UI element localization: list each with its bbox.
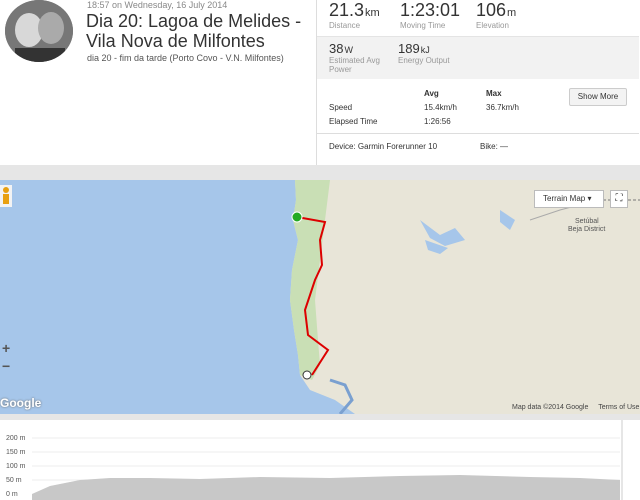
start-marker[interactable] (291, 211, 303, 223)
map-type-label: Terrain Map (543, 194, 586, 203)
map-attribution: Map data ©2014 Google Terms of Use (512, 404, 640, 411)
elevation-value: 106 (476, 0, 507, 20)
stat-energy: 189kJ Energy Output (398, 41, 450, 65)
row-speed-avg: 15.4km/h (424, 103, 457, 112)
map-canvas: Setúbal Beja District (0, 180, 640, 414)
activity-description: dia 20 - fim da tarde (Porto Covo - V.N.… (87, 53, 284, 63)
zoom-in-button[interactable]: + (2, 340, 10, 356)
elevation-plot (32, 420, 623, 500)
energy-unit: kJ (420, 45, 430, 55)
activity-title: Dia 20: Lagoa de Melides - Vila Nova de … (86, 11, 302, 51)
avatar[interactable] (5, 0, 73, 62)
power-unit: W (344, 45, 353, 55)
activity-timestamp: 18:57 on Wednesday, 16 July 2014 (87, 0, 228, 10)
stat-power: 38W Estimated Avg Power (329, 41, 389, 74)
row-elapsed-label: Elapsed Time (329, 117, 378, 126)
zoom-out-button[interactable]: − (2, 358, 10, 374)
moving-time-value: 1:23:01 (400, 0, 461, 20)
stat-elevation: 106m Elevation (476, 0, 516, 30)
power-label: Estimated Avg Power (329, 56, 380, 74)
stat-moving-time: 1:23:01 Moving Time (400, 0, 460, 30)
terms-link[interactable]: Terms of Use (598, 404, 639, 411)
distance-value: 21.3 (329, 0, 365, 20)
distance-unit: km (365, 7, 380, 19)
svg-text:Setúbal: Setúbal (575, 218, 599, 225)
moving-time-label: Moving Time (400, 21, 446, 30)
stats-secondary: 38W Estimated Avg Power 189kJ Energy Out… (317, 36, 639, 79)
map-type-button[interactable]: Terrain Map ▾ (534, 190, 604, 208)
route-map[interactable]: Setúbal Beja District (0, 180, 640, 414)
divider (317, 133, 639, 134)
row-speed-label: Speed (329, 103, 353, 112)
row-elapsed-avg: 1:26:56 (424, 117, 451, 126)
col-avg-header: Avg (424, 89, 439, 98)
row-speed-max: 36.7km/h (486, 103, 519, 112)
energy-value: 189 (398, 41, 420, 56)
elevation-unit: m (507, 7, 517, 19)
elevation-chart[interactable]: 200 m 150 m 100 m 50 m 0 m (0, 420, 640, 500)
energy-label: Energy Output (398, 56, 450, 65)
finish-marker[interactable] (302, 370, 312, 380)
map-data-credit: Map data ©2014 Google (512, 404, 589, 411)
activity-header: 18:57 on Wednesday, 16 July 2014 Dia 20:… (0, 0, 640, 165)
caret-down-icon: ▾ (587, 194, 592, 203)
col-max-header: Max (486, 89, 502, 98)
bike-label: Bike: — (480, 142, 509, 151)
stat-distance: 21.3km Distance (329, 0, 380, 30)
elevation-area (32, 475, 620, 500)
fullscreen-icon[interactable]: ⛶ (610, 190, 628, 208)
stats-panel: 21.3km Distance 1:23:01 Moving Time 106m… (316, 0, 639, 165)
device-label: Device: Garmin Forerunner 10 (329, 142, 438, 151)
show-more-button[interactable]: Show More (569, 88, 627, 106)
distance-label: Distance (329, 21, 361, 30)
svg-text:Beja District: Beja District (568, 226, 605, 233)
elevation-label: Elevation (476, 21, 509, 30)
power-value: 38 (329, 41, 344, 56)
pegman-icon[interactable] (0, 185, 12, 207)
google-logo: Google (0, 396, 42, 410)
